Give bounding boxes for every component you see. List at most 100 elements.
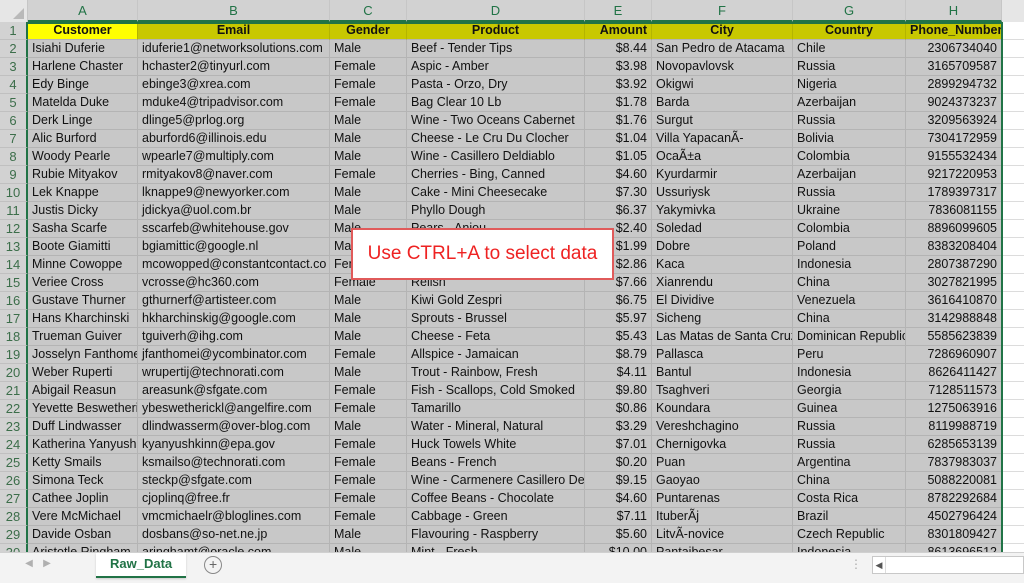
cell-city[interactable]: Sicheng <box>652 310 793 328</box>
cell-gender[interactable]: Male <box>330 292 407 310</box>
cell-product[interactable]: Cherries - Bing, Canned <box>407 166 585 184</box>
empty-cells[interactable] <box>1002 544 1024 552</box>
cell-phone-number[interactable]: 3027821995 <box>906 274 1002 292</box>
empty-cells[interactable] <box>1002 382 1024 400</box>
cell-city[interactable]: Chernigovka <box>652 436 793 454</box>
cell-email[interactable]: wrupertij@technorati.com <box>138 364 330 382</box>
cell-country[interactable]: Venezuela <box>793 292 906 310</box>
cell-phone-number[interactable]: 9217220953 <box>906 166 1002 184</box>
cell-customer[interactable]: Justis Dicky <box>28 202 138 220</box>
header-cell-city[interactable]: City <box>652 22 793 40</box>
empty-cells[interactable] <box>1002 346 1024 364</box>
cell-customer[interactable]: Vere McMichael <box>28 508 138 526</box>
row-number[interactable]: 11 <box>0 202 28 220</box>
cell-customer[interactable]: Trueman Guiver <box>28 328 138 346</box>
cell-product[interactable]: Aspic - Amber <box>407 58 585 76</box>
cell-city[interactable]: Okigwi <box>652 76 793 94</box>
empty-cells[interactable] <box>1002 418 1024 436</box>
cell-country[interactable]: Czech Republic <box>793 526 906 544</box>
cell-email[interactable]: rmityakov8@naver.com <box>138 166 330 184</box>
cell-email[interactable]: lknappe9@newyorker.com <box>138 184 330 202</box>
cell-amount[interactable]: $6.75 <box>585 292 652 310</box>
cell-phone-number[interactable]: 6285653139 <box>906 436 1002 454</box>
empty-cells[interactable] <box>1002 58 1024 76</box>
row-number[interactable]: 30 <box>0 544 28 552</box>
cell-phone-number[interactable]: 7304172959 <box>906 130 1002 148</box>
row-number[interactable]: 19 <box>0 346 28 364</box>
empty-cells[interactable] <box>1002 310 1024 328</box>
row-number[interactable]: 2 <box>0 40 28 58</box>
cell-email[interactable]: iduferie1@networksolutions.com <box>138 40 330 58</box>
cell-product[interactable]: Trout - Rainbow, Fresh <box>407 364 585 382</box>
cell-email[interactable]: jdickya@uol.com.br <box>138 202 330 220</box>
cell-customer[interactable]: Sasha Scarfe <box>28 220 138 238</box>
cell-country[interactable]: Dominican Republic <box>793 328 906 346</box>
cell-amount[interactable]: $5.97 <box>585 310 652 328</box>
cell-city[interactable]: Koundara <box>652 400 793 418</box>
cell-email[interactable]: ksmailso@technorati.com <box>138 454 330 472</box>
cell-amount[interactable]: $8.79 <box>585 346 652 364</box>
cell-country[interactable]: Guinea <box>793 400 906 418</box>
row-number[interactable]: 9 <box>0 166 28 184</box>
cell-phone-number[interactable]: 7286960907 <box>906 346 1002 364</box>
cell-phone-number[interactable]: 3165709587 <box>906 58 1002 76</box>
cell-email[interactable]: dosbans@so-net.ne.jp <box>138 526 330 544</box>
cell-gender[interactable]: Female <box>330 346 407 364</box>
row-number[interactable]: 6 <box>0 112 28 130</box>
cell-product[interactable]: Wine - Carmenere Casillero Del <box>407 472 585 490</box>
cell-email[interactable]: sscarfeb@whitehouse.gov <box>138 220 330 238</box>
cell-product[interactable]: Coffee Beans - Chocolate <box>407 490 585 508</box>
scroll-tabs-left-icon[interactable]: ◀ <box>20 553 38 575</box>
cell-email[interactable]: ebinge3@xrea.com <box>138 76 330 94</box>
cell-product[interactable]: Water - Mineral, Natural <box>407 418 585 436</box>
cell-country[interactable]: Colombia <box>793 148 906 166</box>
cell-phone-number[interactable]: 4502796424 <box>906 508 1002 526</box>
cell-amount[interactable]: $6.37 <box>585 202 652 220</box>
cell-phone-number[interactable]: 8896099605 <box>906 220 1002 238</box>
cell-email[interactable]: vcrosse@hc360.com <box>138 274 330 292</box>
row-number[interactable]: 5 <box>0 94 28 112</box>
cell-city[interactable]: Puntarenas <box>652 490 793 508</box>
row-number[interactable]: 4 <box>0 76 28 94</box>
empty-cells[interactable] <box>1002 166 1024 184</box>
cell-gender[interactable]: Female <box>330 454 407 472</box>
select-all-button[interactable] <box>0 0 28 22</box>
cell-country[interactable]: Indonesia <box>793 544 906 552</box>
column-header-f[interactable]: F <box>652 0 793 22</box>
cell-product[interactable]: Cake - Mini Cheesecake <box>407 184 585 202</box>
header-cell-email[interactable]: Email <box>138 22 330 40</box>
empty-cells[interactable] <box>1002 22 1024 40</box>
cell-phone-number[interactable]: 8613696512 <box>906 544 1002 552</box>
cell-phone-number[interactable]: 2899294732 <box>906 76 1002 94</box>
cell-gender[interactable]: Male <box>330 526 407 544</box>
cell-city[interactable]: Vereshchagino <box>652 418 793 436</box>
cell-customer[interactable]: Rubie Mityakov <box>28 166 138 184</box>
cell-customer[interactable]: Isiahi Duferie <box>28 40 138 58</box>
cell-customer[interactable]: Duff Lindwasser <box>28 418 138 436</box>
cell-country[interactable]: Argentina <box>793 454 906 472</box>
cell-product[interactable]: Cabbage - Green <box>407 508 585 526</box>
cell-email[interactable]: vmcmichaelr@bloglines.com <box>138 508 330 526</box>
cell-customer[interactable]: Edy Binge <box>28 76 138 94</box>
empty-cells[interactable] <box>1002 364 1024 382</box>
cell-gender[interactable]: Male <box>330 184 407 202</box>
cell-product[interactable]: Wine - Casillero Deldiablo <box>407 148 585 166</box>
cell-phone-number[interactable]: 8782292684 <box>906 490 1002 508</box>
cell-country[interactable]: China <box>793 310 906 328</box>
header-cell-amount[interactable]: Amount <box>585 22 652 40</box>
cell-country[interactable]: China <box>793 274 906 292</box>
cell-city[interactable]: San Pedro de Atacama <box>652 40 793 58</box>
row-number[interactable]: 13 <box>0 238 28 256</box>
empty-cells[interactable] <box>1002 508 1024 526</box>
cell-country[interactable]: Peru <box>793 346 906 364</box>
cell-country[interactable]: Poland <box>793 238 906 256</box>
cell-email[interactable]: jfanthomei@ycombinator.com <box>138 346 330 364</box>
cell-city[interactable]: Bantul <box>652 364 793 382</box>
cell-country[interactable]: Georgia <box>793 382 906 400</box>
column-header-h[interactable]: H <box>906 0 1002 22</box>
cell-country[interactable]: Brazil <box>793 508 906 526</box>
cell-city[interactable]: Novopavlovsk <box>652 58 793 76</box>
cell-gender[interactable]: Female <box>330 76 407 94</box>
cell-phone-number[interactable]: 3616410870 <box>906 292 1002 310</box>
cell-customer[interactable]: Woody Pearle <box>28 148 138 166</box>
